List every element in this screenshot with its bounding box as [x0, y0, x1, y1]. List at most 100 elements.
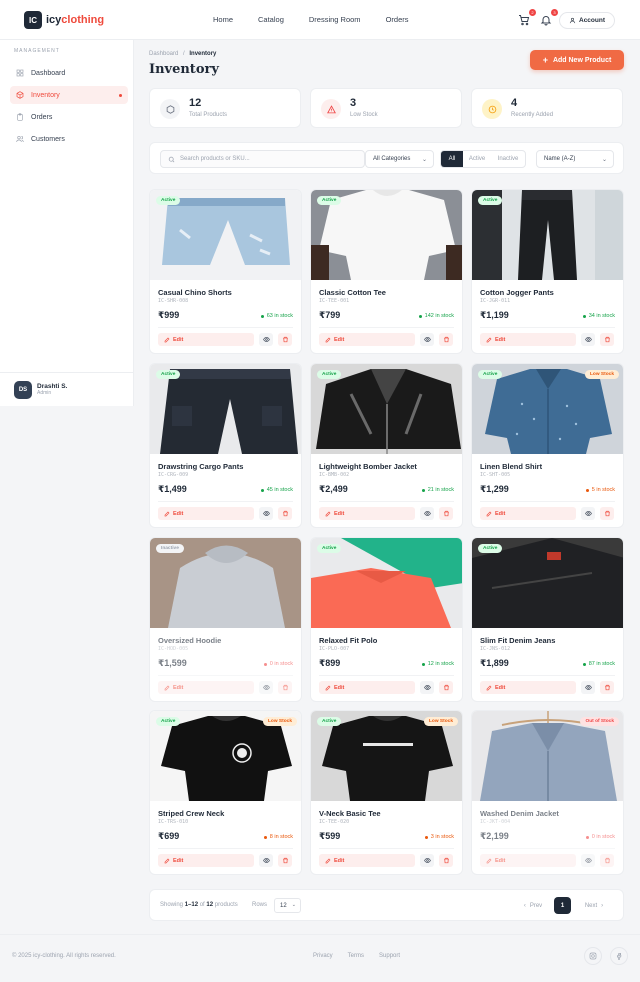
prev-page-button[interactable]: ‹ Prev [519, 897, 547, 914]
facebook-icon[interactable] [610, 947, 628, 965]
stock-badge: Out of Stock [580, 717, 619, 726]
product-card[interactable]: Active Casual Chino Shorts IC-SHR-008 ₹9… [149, 189, 302, 354]
edit-button[interactable]: Edit [480, 333, 576, 346]
add-new-product-button[interactable]: + Add New Product [530, 50, 624, 70]
view-button[interactable] [420, 333, 434, 346]
nav-orders[interactable]: Orders [386, 15, 409, 24]
status-active[interactable]: Active [463, 151, 491, 167]
bell-icon[interactable]: 3 [540, 9, 558, 27]
product-sku: IC-BMB-002 [319, 472, 350, 478]
delete-button[interactable] [278, 333, 292, 346]
product-card[interactable]: Active Low Stock V-Neck Basic Tee IC-TEE-… [310, 710, 463, 875]
product-card[interactable]: Active Low Stock Linen Blend Shirt IC-SHT… [471, 363, 624, 528]
instagram-icon[interactable] [584, 947, 602, 965]
trash-icon [282, 684, 289, 691]
stock-indicator: 3 in stock [424, 834, 454, 840]
nav-catalog[interactable]: Catalog [258, 15, 284, 24]
status-all[interactable]: All [441, 151, 463, 167]
nav-home[interactable]: Home [213, 15, 233, 24]
edit-button[interactable]: Edit [158, 507, 254, 520]
edit-button[interactable]: Edit [480, 854, 576, 867]
product-card[interactable]: Active Low Stock Striped Crew Neck IC-TRS… [149, 710, 302, 875]
sidebar-user[interactable]: DS Drashti S. Admin [0, 372, 134, 406]
edit-button[interactable]: Edit [480, 507, 576, 520]
product-image[interactable]: Active [150, 364, 301, 454]
product-card[interactable]: Active Cotton Jogger Pants IC-JGR-011 ₹1… [471, 189, 624, 354]
edit-button[interactable]: Edit [158, 333, 254, 346]
delete-button[interactable] [600, 507, 614, 520]
view-button[interactable] [420, 507, 434, 520]
edit-button[interactable]: Edit [480, 681, 576, 694]
view-button[interactable] [420, 681, 434, 694]
view-button[interactable] [581, 854, 595, 867]
delete-button[interactable] [439, 507, 453, 520]
view-button[interactable] [420, 854, 434, 867]
edit-button[interactable]: Edit [158, 854, 254, 867]
sidebar-item-dashboard[interactable]: Dashboard [10, 64, 128, 82]
delete-button[interactable] [439, 681, 453, 694]
view-button[interactable] [259, 681, 273, 694]
delete-button[interactable] [278, 854, 292, 867]
delete-button[interactable] [600, 681, 614, 694]
product-image[interactable]: Active [311, 364, 462, 454]
next-page-button[interactable]: Next › [580, 897, 608, 914]
account-button[interactable]: Account [559, 12, 615, 29]
edit-button[interactable]: Edit [158, 681, 254, 694]
view-button[interactable] [259, 854, 273, 867]
product-card[interactable]: Active Classic Cotton Tee IC-TEE-001 ₹79… [310, 189, 463, 354]
sidebar-item-customers[interactable]: Customers [10, 130, 128, 148]
product-image[interactable]: Active Low Stock [150, 711, 301, 801]
product-card[interactable]: Out of Stock Washed Denim Jacket IC-JKT-… [471, 710, 624, 875]
footer-link-support[interactable]: Support [379, 953, 400, 959]
brand-logo[interactable]: IC icyclothing [24, 11, 104, 29]
delete-button[interactable] [278, 507, 292, 520]
category-select[interactable]: All Categories ⌄ [365, 150, 434, 168]
edit-button[interactable]: Edit [319, 333, 415, 346]
delete-button[interactable] [439, 333, 453, 346]
status-badge: Active [156, 370, 181, 379]
page-1-button[interactable]: 1 [554, 897, 571, 914]
delete-button[interactable] [600, 854, 614, 867]
product-name: Oversized Hoodie [158, 636, 222, 645]
sidebar-item-orders[interactable]: Orders [10, 108, 128, 126]
product-image[interactable]: Out of Stock [472, 711, 623, 801]
trash-icon [443, 336, 450, 343]
product-image[interactable]: Active [311, 190, 462, 280]
delete-button[interactable] [600, 333, 614, 346]
product-image[interactable]: Active Low Stock [311, 711, 462, 801]
product-card[interactable]: Active Relaxed Fit Polo IC-PLO-007 ₹899 … [310, 537, 463, 702]
sidebar-item-inventory[interactable]: Inventory [10, 86, 128, 104]
delete-button[interactable] [278, 681, 292, 694]
stock-dot [585, 488, 589, 492]
view-button[interactable] [581, 681, 595, 694]
product-card[interactable]: Active Slim Fit Denim Jeans IC-JNS-012 ₹… [471, 537, 624, 702]
footer-link-privacy[interactable]: Privacy [313, 953, 333, 959]
edit-button[interactable]: Edit [319, 507, 415, 520]
product-card[interactable]: Inactive Oversized Hoodie IC-HOD-005 ₹1,… [149, 537, 302, 702]
product-image[interactable]: Inactive [150, 538, 301, 628]
breadcrumb-parent[interactable]: Dashboard [149, 51, 178, 57]
status-badge: Active [317, 196, 342, 205]
edit-label: Edit [334, 857, 345, 864]
rows-per-page-select[interactable]: 12 ⌄ [274, 898, 301, 913]
product-image[interactable]: Active [311, 538, 462, 628]
footer-link-terms[interactable]: Terms [348, 953, 364, 959]
product-image[interactable]: Active [472, 538, 623, 628]
sort-select[interactable]: Name (A-Z) ⌄ [536, 150, 614, 168]
nav-dressing-room[interactable]: Dressing Room [309, 15, 361, 24]
view-button[interactable] [581, 507, 595, 520]
delete-button[interactable] [439, 854, 453, 867]
view-button[interactable] [581, 333, 595, 346]
cart-icon[interactable]: 2 [518, 9, 536, 27]
status-inactive[interactable]: Inactive [491, 151, 525, 167]
product-card[interactable]: Active Drawstring Cargo Pants IC-CRG-009… [149, 363, 302, 528]
view-button[interactable] [259, 333, 273, 346]
product-card[interactable]: Active Lightweight Bomber Jacket IC-BMB-… [310, 363, 463, 528]
product-image[interactable]: Active [150, 190, 301, 280]
product-image[interactable]: Active Low Stock [472, 364, 623, 454]
product-image[interactable]: Active [472, 190, 623, 280]
view-button[interactable] [259, 507, 273, 520]
search-input[interactable]: Search products or SKU... [160, 150, 365, 168]
edit-button[interactable]: Edit [319, 854, 415, 867]
edit-button[interactable]: Edit [319, 681, 415, 694]
